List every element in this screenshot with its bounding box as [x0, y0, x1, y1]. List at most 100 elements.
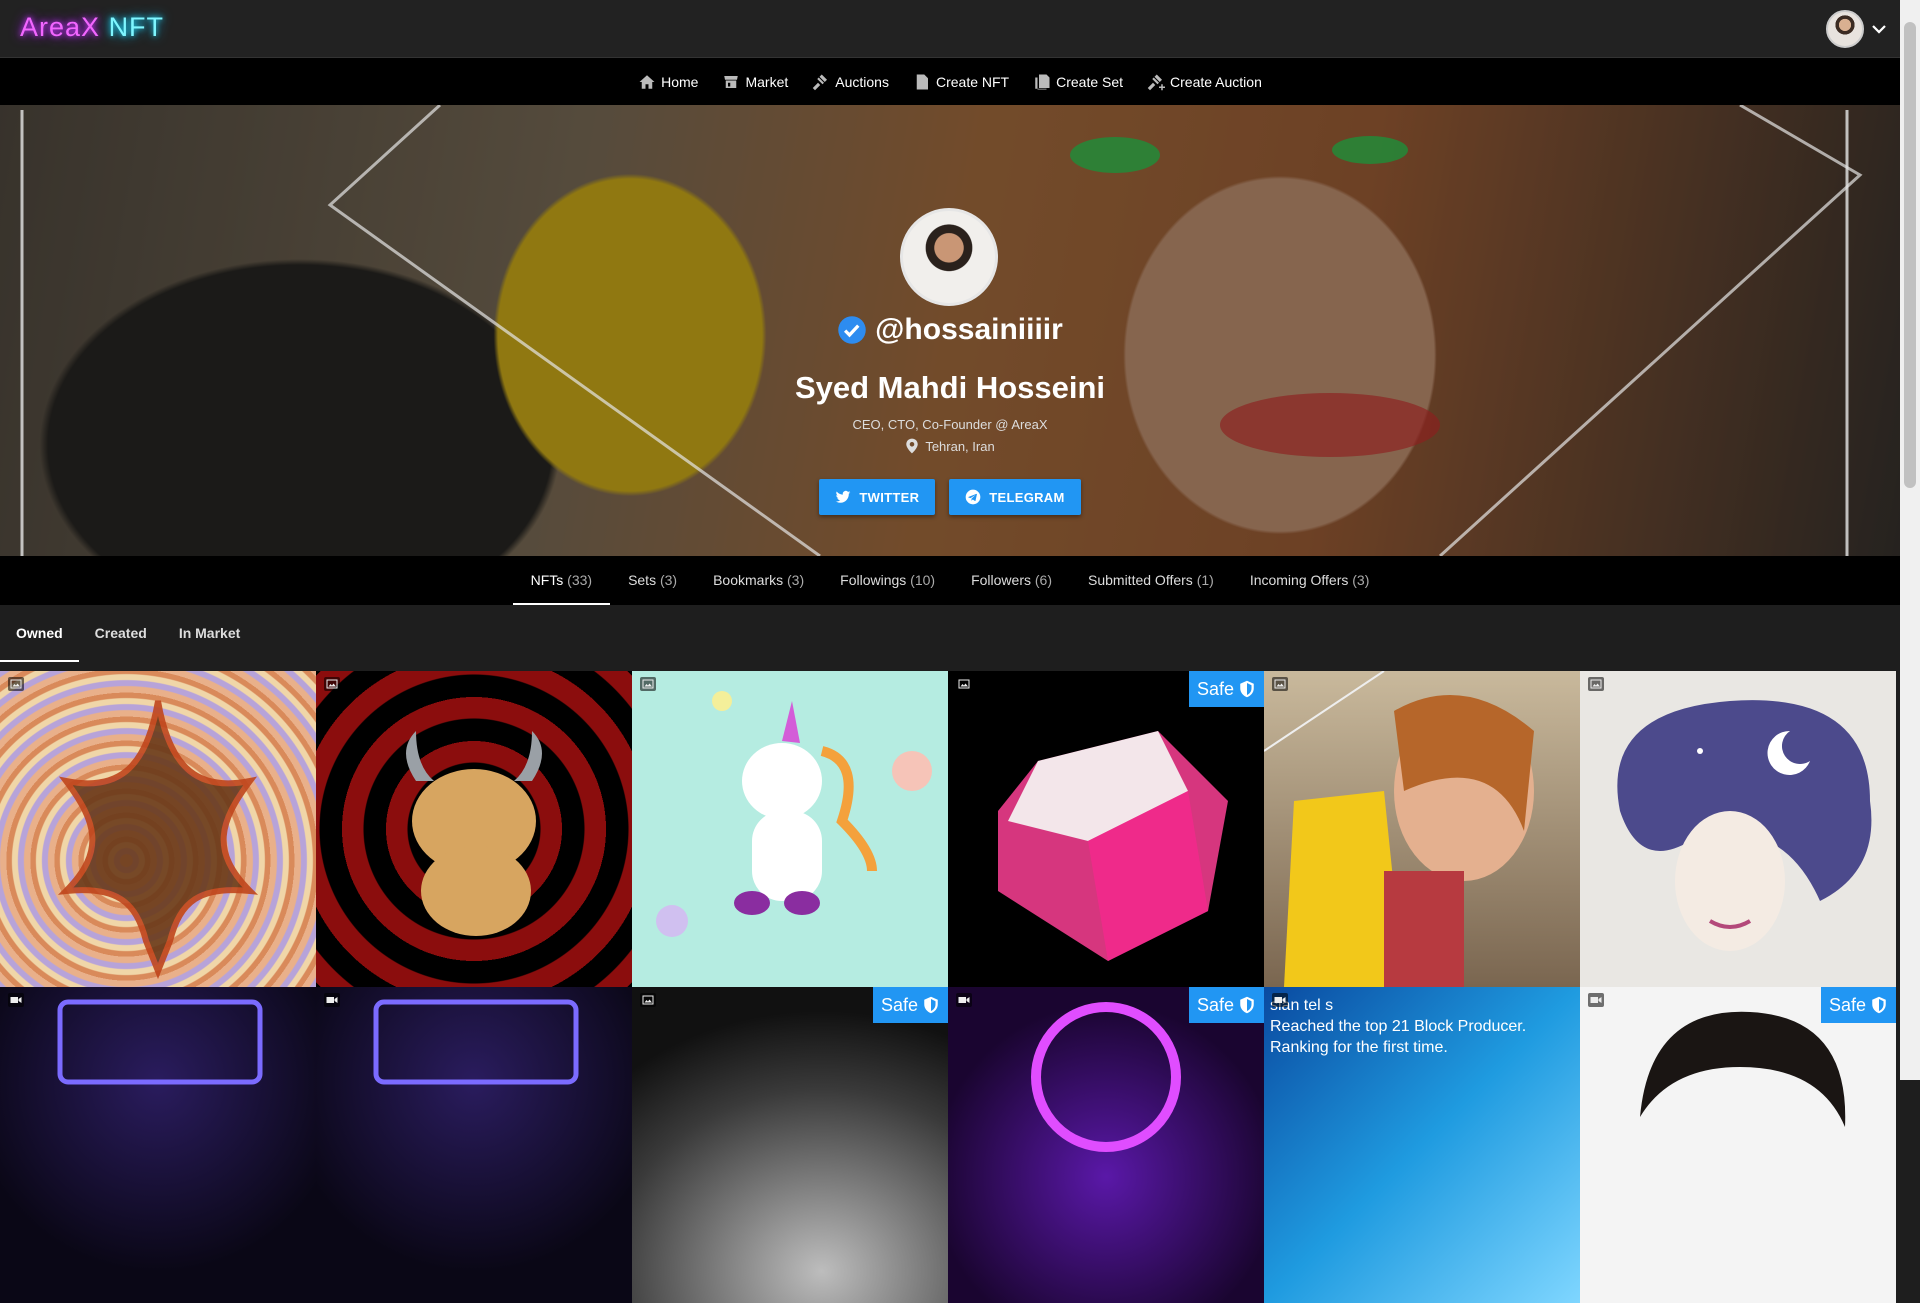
- image-type-badge: [1272, 677, 1288, 691]
- nft-card[interactable]: [632, 671, 948, 987]
- image-type-badge: [324, 677, 340, 691]
- tab-submitted-offers-count: (1): [1196, 572, 1214, 588]
- nav-create-set[interactable]: Create Set: [1033, 73, 1123, 91]
- safe-badge: Safe: [1188, 987, 1264, 1023]
- user-avatar[interactable]: [1826, 10, 1864, 48]
- twitter-label: TWITTER: [859, 489, 920, 505]
- tab-submitted-offers[interactable]: Submitted Offers (1): [1070, 556, 1232, 605]
- logo-text-areax: AreaX: [20, 12, 101, 42]
- app-logo[interactable]: AreaX NFT: [20, 12, 164, 43]
- profile-handle-text: @hossainiiiir: [875, 313, 1063, 346]
- nav-create-nft[interactable]: Create NFT: [913, 73, 1009, 91]
- nft-card[interactable]: [316, 987, 632, 1303]
- profile-name: Syed Mahdi Hosseini: [794, 370, 1106, 405]
- app-header: AreaX NFT: [0, 0, 1900, 58]
- location-pin-icon: [906, 438, 919, 454]
- image-type-badge: [640, 993, 656, 1007]
- nav-home[interactable]: Home: [638, 73, 698, 91]
- nav-auctions-label: Auctions: [835, 73, 889, 90]
- safe-badge: Safe: [872, 987, 948, 1023]
- tab-bookmarks[interactable]: Bookmarks (3): [695, 556, 822, 605]
- image-icon: [1590, 679, 1602, 689]
- nav-create-nft-label: Create NFT: [935, 73, 1010, 90]
- profile-bio: CEO, CTO, Co-Founder @ AreaX: [852, 417, 1048, 432]
- tab-incoming-offers[interactable]: Incoming Offers (3): [1232, 556, 1388, 605]
- telegram-button[interactable]: TELEGRAM: [949, 479, 1081, 515]
- image-type-badge: [8, 677, 24, 691]
- profile-location-text: Tehran, Iran: [925, 438, 995, 454]
- tab-incoming-offers-count: (3): [1352, 572, 1370, 588]
- nft-card[interactable]: Safe: [948, 987, 1264, 1303]
- nft-card[interactable]: [0, 671, 316, 987]
- nft-card[interactable]: [1580, 671, 1896, 987]
- nav-market[interactable]: Market: [722, 73, 788, 91]
- video-icon: [958, 997, 970, 1003]
- tab-submitted-offers-label: Submitted Offers: [1088, 572, 1193, 588]
- main-nav: Home Market Auctions Create NFT Create S…: [0, 58, 1900, 105]
- home-icon: [639, 74, 655, 89]
- nav-market-label: Market: [745, 73, 789, 90]
- video-type-badge: [1272, 993, 1288, 1007]
- subtab-owned[interactable]: Owned: [0, 605, 79, 662]
- image-icon: [10, 679, 22, 689]
- nav-home-label: Home: [661, 73, 699, 90]
- tab-nfts[interactable]: NFTs (33): [512, 556, 611, 605]
- twitter-button[interactable]: TWITTER: [819, 479, 936, 515]
- tab-followers-count: (6): [1034, 572, 1052, 588]
- nft-card[interactable]: Safe: [1580, 987, 1896, 1303]
- tab-followings[interactable]: Followings (10): [822, 556, 953, 605]
- scrollbar-thumb[interactable]: [1904, 22, 1916, 488]
- subtab-created[interactable]: Created: [79, 605, 163, 662]
- safe-badge: Safe: [1820, 987, 1896, 1023]
- shield-icon: [1240, 996, 1254, 1014]
- profile-handle: @hossainiiiir: [0, 313, 1900, 347]
- video-icon: [1274, 997, 1286, 1003]
- page-scrollbar[interactable]: [1900, 0, 1920, 1080]
- nav-auctions[interactable]: Auctions: [812, 73, 889, 91]
- tab-sets[interactable]: Sets (3): [610, 556, 695, 605]
- safe-label: Safe: [1196, 678, 1234, 699]
- tab-sets-count: (3): [659, 572, 678, 588]
- telegram-label: TELEGRAM: [989, 489, 1065, 505]
- image-type-badge: [640, 677, 656, 691]
- tab-sets-label: Sets: [628, 572, 657, 588]
- chevron-down-icon[interactable]: [1870, 20, 1888, 38]
- subtab-in-market[interactable]: In Market: [163, 605, 256, 662]
- image-icon: [1274, 679, 1286, 689]
- nav-create-auction[interactable]: Create Auction: [1147, 73, 1262, 91]
- video-icon: [326, 997, 338, 1003]
- nft-card[interactable]: [1264, 671, 1580, 987]
- files-icon: [1035, 74, 1050, 89]
- twitter-icon: [836, 490, 851, 503]
- image-icon: [958, 679, 970, 689]
- nft-card[interactable]: [0, 987, 316, 1303]
- nft-card[interactable]: sian tel s Reached the top 21 Block Prod…: [1264, 987, 1580, 1303]
- video-type-badge: [8, 993, 24, 1007]
- safe-label: Safe: [880, 994, 918, 1015]
- profile-avatar: [900, 208, 998, 306]
- nft-card[interactable]: Safe: [948, 671, 1264, 987]
- nft-card[interactable]: [316, 671, 632, 987]
- shield-icon: [1872, 996, 1886, 1014]
- image-icon: [642, 679, 654, 689]
- profile-tabs: NFTs (33) Sets (3) Bookmarks (3) Followi…: [0, 556, 1900, 605]
- tab-followers-label: Followers: [971, 572, 1031, 588]
- video-type-badge: [956, 993, 972, 1007]
- verified-badge-icon: [838, 316, 866, 344]
- nft-grid: Safe Safe Safe sian tel s Reached the top 2…: [0, 671, 1900, 1303]
- file-icon: [916, 74, 928, 89]
- user-menu[interactable]: [1826, 9, 1888, 49]
- safe-label: Safe: [1196, 994, 1234, 1015]
- tab-incoming-offers-label: Incoming Offers: [1249, 572, 1349, 588]
- tab-nfts-label: NFTs: [530, 572, 564, 588]
- gavel-plus-icon: [1147, 74, 1166, 90]
- nav-create-auction-label: Create Auction: [1170, 73, 1262, 90]
- video-icon: [1590, 997, 1602, 1003]
- tab-followers[interactable]: Followers (6): [953, 556, 1070, 605]
- gavel-icon: [813, 74, 828, 90]
- video-icon: [10, 997, 22, 1003]
- video-type-badge: [1588, 993, 1604, 1007]
- tab-followings-count: (10): [910, 572, 936, 588]
- nft-card[interactable]: Safe: [632, 987, 948, 1303]
- nft-overlay-text: sian tel s Reached the top 21 Block Prod…: [1270, 997, 1527, 1056]
